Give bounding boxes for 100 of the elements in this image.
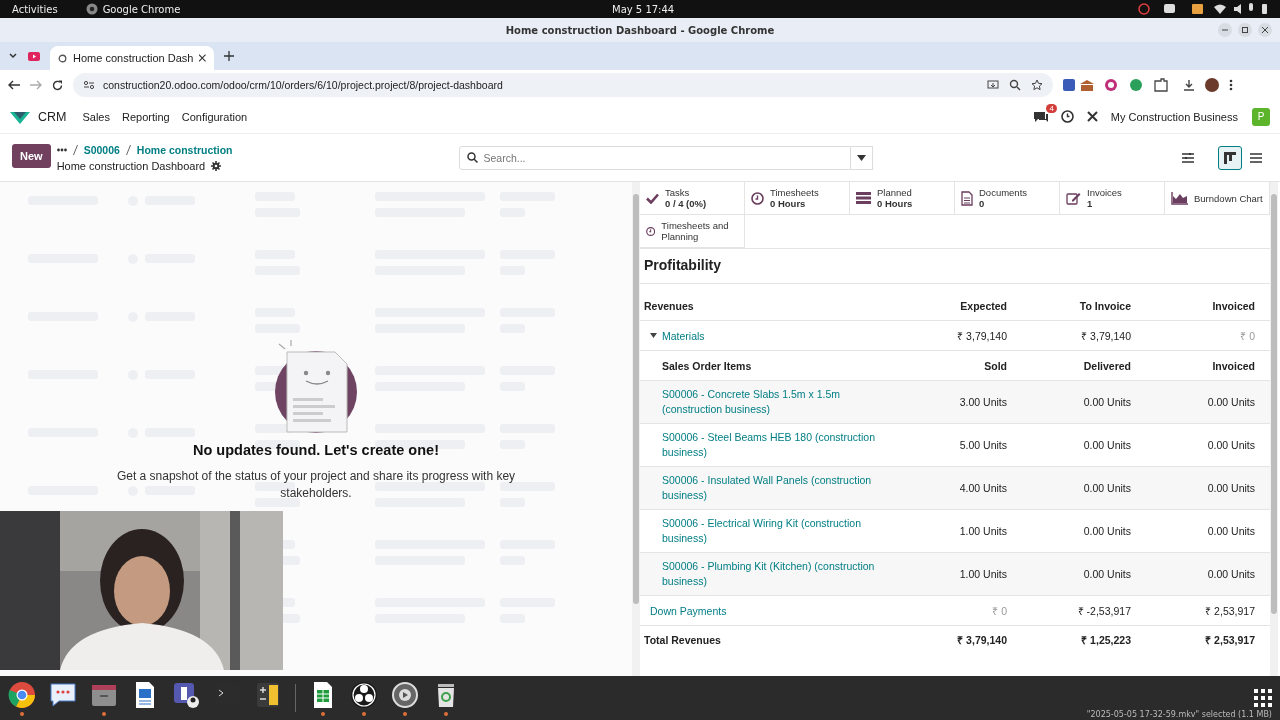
stat-label: Documents — [979, 187, 1028, 198]
gear-icon[interactable] — [211, 160, 222, 171]
back-button[interactable] — [8, 80, 20, 90]
close-tab-icon[interactable] — [199, 54, 206, 62]
table-cell-text: 4.00 Units — [958, 482, 1007, 494]
app-icon[interactable] — [172, 680, 200, 709]
browser-icon[interactable] — [8, 680, 36, 709]
calculator-icon[interactable] — [254, 680, 282, 709]
app-title[interactable]: CRM — [38, 109, 67, 124]
section-link[interactable]: Materials — [662, 329, 705, 342]
search-icon — [466, 151, 478, 163]
scrollbar[interactable] — [632, 182, 640, 676]
reload-button[interactable] — [52, 79, 63, 91]
video-icon[interactable] — [28, 52, 40, 61]
stat-label: Timesheets and Planning — [661, 220, 730, 242]
table-cell-text: 0.00 Units — [1082, 568, 1131, 580]
table-row[interactable]: Materials ₹ 3,79,140 ₹ 3,79,140 ₹ 0 — [640, 321, 1270, 351]
column-header: Invoiced — [1211, 359, 1255, 372]
status-text: "2025-05-05 17-32-59.mkv" selected (1.1 MB) — [1086, 710, 1272, 719]
clock-icon[interactable] — [1060, 110, 1074, 123]
new-tab-button[interactable] — [224, 51, 234, 61]
company-name[interactable]: My Construction Business — [1110, 110, 1238, 123]
star-icon[interactable] — [1031, 79, 1043, 91]
site-settings-icon[interactable] — [83, 79, 95, 91]
table-cell-text: ₹ 0 — [991, 603, 1007, 618]
minimize-button[interactable] — [1218, 23, 1232, 37]
menu-item[interactable]: Reporting — [122, 110, 170, 123]
check-icon — [646, 192, 659, 204]
menu-button[interactable] — [1229, 79, 1233, 91]
breadcrumb-link[interactable]: S00006 — [83, 143, 120, 156]
table-row[interactable]: Down Payments ₹ 0 ₹ -2,53,917 ₹ 2,53,917 — [640, 596, 1270, 626]
stat-button[interactable]: Tasks 0 / 4 (0%) — [640, 182, 745, 215]
menu-item[interactable]: Configuration — [181, 110, 248, 123]
table-cell-text: ₹ 3,79,140 — [956, 328, 1007, 343]
column-header: Expected — [959, 300, 1007, 312]
search-field[interactable]: Search... — [458, 145, 851, 170]
stat-button[interactable]: Planned 0 Hours — [850, 182, 955, 215]
view-button[interactable] — [1218, 145, 1242, 170]
download-icon[interactable] — [1183, 79, 1195, 91]
breadcrumb-link[interactable]: Home construction — [136, 143, 233, 156]
loading-icon — [58, 52, 67, 64]
table-cell-text: 5.00 Units — [958, 439, 1007, 451]
chat-icon[interactable] — [49, 680, 77, 709]
activities-button[interactable]: Activities — [12, 3, 58, 15]
close-button[interactable] — [1258, 23, 1272, 37]
stat-button[interactable]: Documents 0 — [955, 182, 1060, 215]
item-link[interactable]: S00006 - Insulated Wall Panels (construction business) — [662, 473, 882, 503]
tools-icon[interactable] — [1085, 110, 1099, 123]
document-icon — [961, 190, 973, 206]
maximize-button[interactable] — [1238, 23, 1252, 37]
item-link[interactable]: S00006 - Steel Beams HEB 180 (construction business) — [662, 430, 882, 460]
chat-icon[interactable] — [1032, 109, 1049, 124]
table-cell-text: ₹ -2,53,917 — [1076, 603, 1131, 618]
tab-list-icon[interactable] — [8, 51, 18, 61]
section-link[interactable]: Down Payments — [650, 604, 727, 617]
stat-value: 0 Hours — [877, 198, 913, 209]
app-grid-icon[interactable] — [1254, 689, 1272, 707]
table-cell-text: 0.00 Units — [1082, 525, 1131, 537]
browser-tab[interactable]: Home construction Dash — [50, 46, 214, 70]
item-link[interactable]: S00006 - Plumbing Kit (Kitchen) (construction business) — [662, 559, 882, 589]
install-icon[interactable] — [987, 79, 999, 91]
column-header: To Invoice — [1078, 300, 1131, 312]
stat-button[interactable]: Timesheets and Planning — [640, 215, 745, 248]
browser-icon — [85, 3, 98, 15]
breadcrumb-separator — [72, 144, 78, 155]
table-cell-text: 0.00 Units — [1082, 439, 1131, 451]
stat-value: 0 — [979, 198, 986, 209]
stat-value: 1 — [1087, 198, 1094, 209]
circle-app-icon[interactable] — [350, 680, 378, 709]
item-link[interactable]: S00006 - Concrete Slabs 1.5m x 1.5m (construction business) — [662, 387, 882, 417]
ellipsis-icon[interactable] — [56, 147, 67, 152]
stat-button[interactable]: Invoices 1 — [1060, 182, 1165, 215]
profile-avatar-icon[interactable] — [1205, 78, 1219, 92]
columns-icon — [1224, 151, 1236, 164]
zoom-icon[interactable] — [1009, 79, 1021, 91]
menu-item[interactable]: Sales — [82, 110, 110, 123]
new-button[interactable]: New — [12, 144, 51, 168]
caret-icon[interactable] — [650, 333, 657, 338]
section-title: Profitability — [640, 249, 1270, 284]
table-cell-text: ₹ 3,79,140 — [1080, 328, 1131, 343]
notification-badge: 4 — [1046, 103, 1057, 113]
table-cell-text: 0.00 Units — [1082, 396, 1131, 408]
item-link[interactable]: S00006 - Electrical Wiring Kit (construction business) — [662, 516, 882, 546]
clock[interactable]: May 5 17:44 — [612, 3, 675, 15]
edit-icon — [1066, 191, 1081, 205]
list-icon — [1250, 152, 1262, 163]
stat-label: Burndown Chart — [1194, 192, 1263, 204]
stat-button[interactable]: Timesheets 0 Hours — [745, 182, 850, 215]
logo-icon[interactable] — [10, 109, 30, 124]
stat-label: Timesheets — [770, 187, 819, 198]
stat-label: Planned — [877, 187, 913, 198]
page-title: Home construction Dashboard — [56, 159, 206, 172]
filter-icon[interactable] — [1182, 152, 1194, 163]
status-icons-drawing[interactable] — [1138, 3, 1268, 15]
minimize-icon — [1222, 27, 1228, 33]
table-cell-text: 1.00 Units — [958, 568, 1007, 580]
total-label: Total Revenues — [644, 633, 722, 646]
address-field[interactable]: construction20.odoo.com/odoo/crm/10/orders/6/10/project.project/8/project-dashboard — [73, 73, 1053, 97]
search-options-button[interactable] — [850, 145, 873, 170]
scrollbar[interactable] — [1270, 182, 1278, 676]
